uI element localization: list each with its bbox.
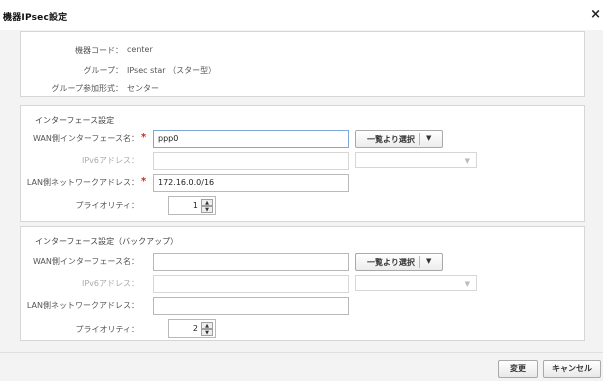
required-mark: * [141,132,147,143]
device-code-label: 機器コード： [75,46,123,55]
chevron-down-icon: ▼ [464,157,470,165]
backup-wan-interface-input[interactable] [153,253,349,271]
ipv6-select[interactable]: ▼ [355,152,477,168]
change-button[interactable]: 変更 [498,360,538,378]
stepper-down-icon[interactable]: ▼ [201,206,213,213]
close-icon[interactable]: × [590,7,601,22]
section-title: インターフェース設定 [35,116,115,125]
wan-if-label: WAN側インターフェース名： [32,134,139,143]
backup-lan-network-label: LAN側ネットワークアドレス： [26,301,139,310]
priority-value: 1 [192,201,198,210]
ipv6-label: IPv6アドレス： [81,156,139,165]
chevron-down-icon[interactable]: ▼ [426,134,431,142]
chevron-down-icon: ▼ [464,280,470,288]
priority-label: プライオリティ： [75,201,139,210]
priority-stepper[interactable]: 1 ▲ ▼ [168,196,216,215]
select-from-list-label: 一覧より選択 [367,135,415,144]
group-type-label: グループ参加形式： [51,84,123,93]
button-separator [419,133,420,145]
backup-select-from-list-button[interactable]: 一覧より選択 ▼ [355,253,443,271]
backup-interface-panel: インターフェース設定（バックアップ） WAN側インターフェース名： 一覧より選択… [20,226,585,341]
group-type-value: センター [127,84,159,93]
stepper-up-icon[interactable]: ▲ [201,322,213,329]
backup-ipv6-label: IPv6アドレス： [81,279,139,288]
backup-ipv6-input[interactable] [153,275,349,293]
device-info-panel: 機器コード： center グループ： IPsec star （スター型） グル… [20,31,585,97]
stepper-up-icon[interactable]: ▲ [201,199,213,206]
interface-settings-panel: インターフェース設定 WAN側インターフェース名： * ppp0 一覧より選択 … [20,105,585,222]
lan-network-label: LAN側ネットワークアドレス： [26,178,139,187]
dialog-title: 機器IPsec設定 [3,13,68,23]
ipsec-settings-dialog: 機器IPsec設定 × 機器コード： center グループ： IPsec st… [0,0,603,381]
backup-wan-if-label: WAN側インターフェース名： [32,257,139,266]
backup-select-from-list-label: 一覧より選択 [367,258,415,267]
backup-priority-stepper[interactable]: 2 ▲ ▼ [168,319,216,338]
stepper-down-icon[interactable]: ▼ [201,329,213,336]
backup-priority-value: 2 [192,324,198,333]
device-code-value: center [127,45,153,54]
cancel-button[interactable]: キャンセル [543,360,601,378]
wan-interface-input[interactable]: ppp0 [153,130,349,148]
group-label: グループ： [83,66,123,75]
footer-divider [0,352,603,353]
required-mark: * [141,176,147,187]
backup-priority-label: プライオリティ： [75,325,139,334]
backup-lan-network-input[interactable] [153,297,349,315]
group-value: IPsec star （スター型） [127,66,217,75]
select-from-list-button[interactable]: 一覧より選択 ▼ [355,130,443,148]
lan-network-input[interactable]: 172.16.0.0/16 [153,174,349,192]
backup-section-title: インターフェース設定（バックアップ） [35,237,179,246]
button-separator [419,256,420,268]
ipv6-input[interactable] [153,152,349,170]
chevron-down-icon[interactable]: ▼ [426,257,431,265]
backup-ipv6-select[interactable]: ▼ [355,275,477,291]
dialog-titlebar: 機器IPsec設定 × [0,0,603,30]
